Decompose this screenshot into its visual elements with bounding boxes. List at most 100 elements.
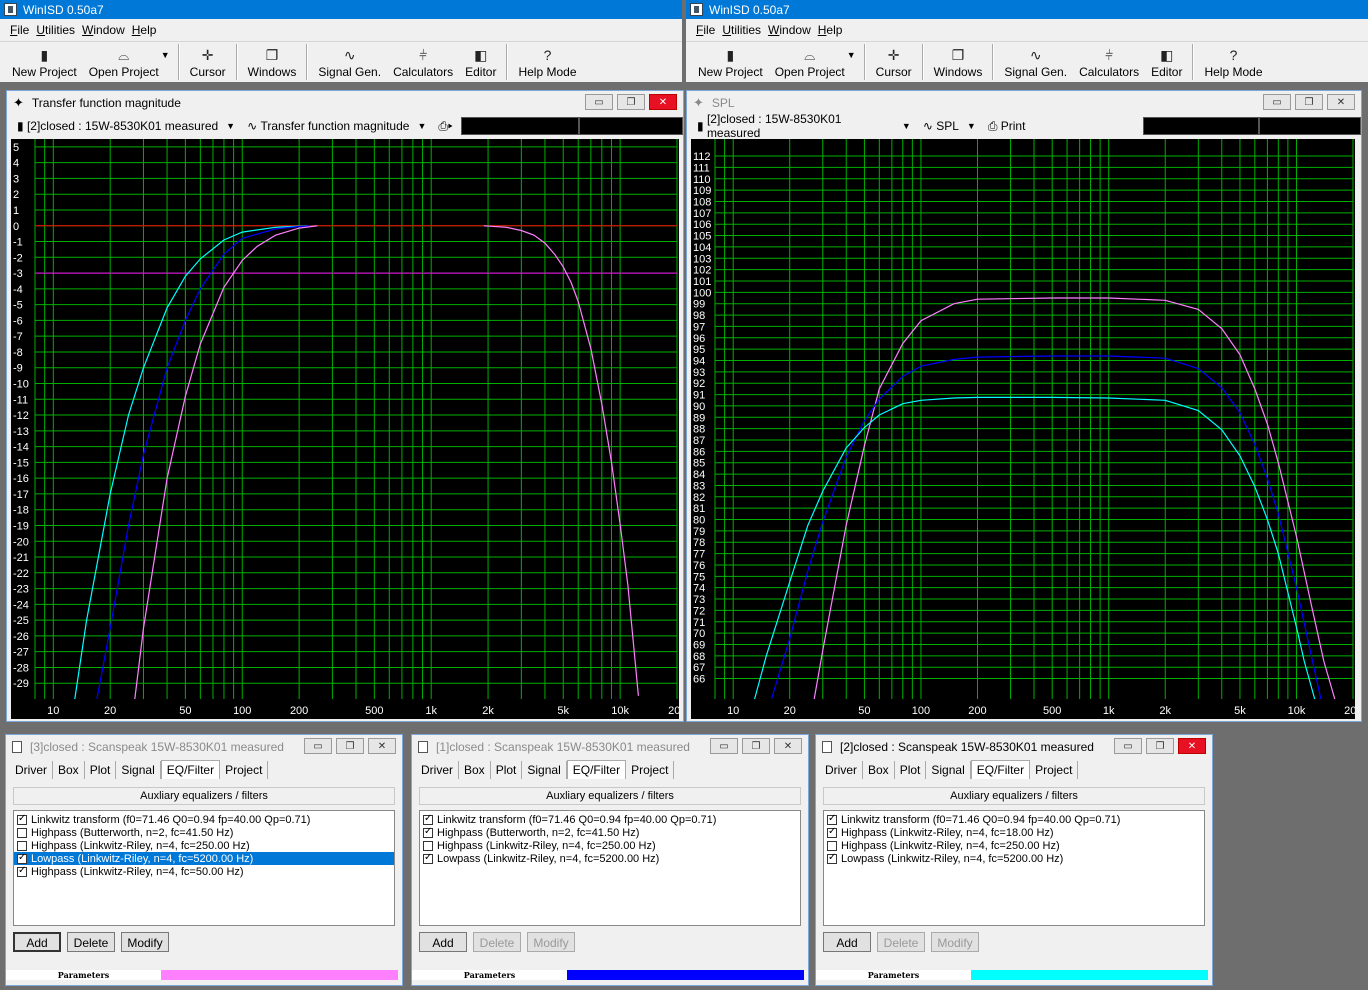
delete-button[interactable]: Delete — [877, 932, 925, 952]
checkbox[interactable] — [827, 813, 837, 825]
tab-eq-filter[interactable]: EQ/Filter — [566, 760, 627, 779]
new-project-button[interactable]: ▮ New Project — [6, 45, 83, 82]
list-item[interactable]: Highpass (Linkwitz-Riley, n=4, fc=250.00… — [824, 839, 1204, 852]
cursor-button[interactable]: ✛ Cursor — [870, 45, 918, 82]
checkbox[interactable] — [423, 813, 433, 825]
list-item[interactable]: Highpass (Butterworth, n=2, fc=41.50 Hz) — [14, 826, 394, 839]
menu-utilities[interactable]: Utilities — [722, 23, 761, 37]
tab-signal[interactable]: Signal — [926, 761, 971, 779]
list-item[interactable]: Linkwitz transform (f0=71.46 Q0=0.94 fp=… — [824, 813, 1204, 826]
checkbox[interactable] — [423, 840, 433, 851]
signal-gen-button[interactable]: ∿ Signal Gen. — [312, 45, 387, 82]
modify-button[interactable]: Modify — [527, 932, 575, 952]
checkbox[interactable] — [17, 813, 27, 825]
list-item[interactable]: Lowpass (Linkwitz-Riley, n=4, fc=5200.00… — [824, 852, 1204, 865]
tab-signal[interactable]: Signal — [522, 761, 567, 779]
minimize-button[interactable]: ▭ — [1263, 94, 1291, 110]
checkbox[interactable] — [17, 840, 27, 851]
modify-button[interactable]: Modify — [121, 932, 169, 952]
cursor-button[interactable]: ✛ Cursor — [184, 45, 232, 82]
maximize-button[interactable]: ❐ — [742, 738, 770, 754]
add-button[interactable]: Add — [823, 932, 871, 952]
eq-filter-list[interactable]: Linkwitz transform (f0=71.46 Q0=0.94 fp=… — [13, 810, 395, 926]
checkbox[interactable] — [17, 852, 27, 864]
eq-window-title-bar[interactable]: [3]closed : Scanspeak 15W-8530K01 measur… — [6, 735, 402, 759]
menu-help[interactable]: Help — [818, 23, 843, 37]
plot-window-title-bar[interactable]: ✦ Transfer function magnitude ▭ ❐ ✕ — [7, 91, 683, 115]
print-button[interactable]: ⎙▸ — [434, 116, 456, 136]
minimize-button[interactable]: ▭ — [585, 94, 613, 110]
tab-box[interactable]: Box — [863, 761, 895, 779]
new-project-button[interactable]: ▮ New Project — [692, 45, 769, 82]
tab-signal[interactable]: Signal — [116, 761, 161, 779]
print-button[interactable]: ⎙ Print — [984, 116, 1030, 136]
eq-window-title-bar[interactable]: [1]closed : Scanspeak 15W-8530K01 measur… — [412, 735, 808, 759]
minimize-button[interactable]: ▭ — [1114, 738, 1142, 754]
menu-file[interactable]: File — [10, 23, 29, 37]
calculators-button[interactable]: ⫩ Calculators — [387, 45, 459, 82]
menu-help[interactable]: Help — [132, 23, 157, 37]
spl-chart[interactable]: 1121111101091081071061051041031021011009… — [691, 139, 1355, 719]
tab-project[interactable]: Project — [626, 761, 675, 779]
list-item[interactable]: Highpass (Linkwitz-Riley, n=4, fc=250.00… — [420, 839, 800, 852]
editor-button[interactable]: ◧ Editor — [459, 45, 502, 82]
add-button[interactable]: Add — [419, 932, 467, 952]
tab-plot[interactable]: Plot — [85, 761, 117, 779]
maximize-button[interactable]: ❐ — [336, 738, 364, 754]
checkbox[interactable] — [17, 827, 27, 838]
eq-filter-list[interactable]: Linkwitz transform (f0=71.46 Q0=0.94 fp=… — [823, 810, 1205, 926]
open-project-button[interactable]: ⌓ Open Project — [83, 45, 165, 82]
eq-filter-list[interactable]: Linkwitz transform (f0=71.46 Q0=0.94 fp=… — [419, 810, 801, 926]
tab-box[interactable]: Box — [459, 761, 491, 779]
windows-button[interactable]: ❐ Windows — [242, 45, 303, 82]
tab-driver[interactable]: Driver — [416, 761, 459, 779]
modify-button[interactable]: Modify — [931, 932, 979, 952]
checkbox[interactable] — [827, 852, 837, 864]
plot-type-select[interactable]: ∿ SPL ▼ — [919, 116, 980, 136]
list-item[interactable]: Highpass (Linkwitz-Riley, n=4, fc=50.00 … — [14, 865, 394, 878]
eq-window-title-bar[interactable]: [2]closed : Scanspeak 15W-8530K01 measur… — [816, 735, 1212, 759]
list-item[interactable]: Linkwitz transform (f0=71.46 Q0=0.94 fp=… — [420, 813, 800, 826]
open-project-dropdown-icon[interactable]: ▼ — [847, 50, 856, 60]
windows-button[interactable]: ❐ Windows — [928, 45, 989, 82]
checkbox[interactable] — [827, 840, 837, 851]
plot-type-select[interactable]: ∿ Transfer function magnitude ▼ — [243, 116, 430, 136]
help-mode-button[interactable]: ? Help Mode — [512, 45, 582, 82]
list-item[interactable]: Lowpass (Linkwitz-Riley, n=4, fc=5200.00… — [420, 852, 800, 865]
minimize-button[interactable]: ▭ — [710, 738, 738, 754]
close-button[interactable]: ✕ — [1327, 94, 1355, 110]
maximize-button[interactable]: ❐ — [617, 94, 645, 110]
app-title-bar[interactable]: WinISD 0.50a7 — [0, 0, 682, 19]
open-project-dropdown-icon[interactable]: ▼ — [161, 50, 170, 60]
open-project-button[interactable]: ⌓ Open Project — [769, 45, 851, 82]
list-item[interactable]: Lowpass (Linkwitz-Riley, n=4, fc=5200.00… — [14, 852, 394, 865]
checkbox[interactable] — [17, 865, 27, 877]
add-button[interactable]: Add — [13, 932, 61, 952]
menu-window[interactable]: Window — [82, 23, 125, 37]
list-item[interactable]: Highpass (Linkwitz-Riley, n=4, fc=18.00 … — [824, 826, 1204, 839]
checkbox[interactable] — [423, 852, 433, 864]
signal-gen-button[interactable]: ∿ Signal Gen. — [998, 45, 1073, 82]
checkbox[interactable] — [827, 826, 837, 838]
calculators-button[interactable]: ⫩ Calculators — [1073, 45, 1145, 82]
maximize-button[interactable]: ❐ — [1295, 94, 1323, 110]
list-item[interactable]: Highpass (Butterworth, n=2, fc=41.50 Hz) — [420, 826, 800, 839]
help-mode-button[interactable]: ? Help Mode — [1198, 45, 1268, 82]
editor-button[interactable]: ◧ Editor — [1145, 45, 1188, 82]
transfer-function-chart[interactable]: 543210-1-2-3-4-5-6-7-8-9-10-11-12-13-14-… — [11, 139, 679, 719]
list-item[interactable]: Linkwitz transform (f0=71.46 Q0=0.94 fp=… — [14, 813, 394, 826]
tab-project[interactable]: Project — [1030, 761, 1079, 779]
close-button[interactable]: ✕ — [368, 738, 396, 754]
delete-button[interactable]: Delete — [67, 932, 115, 952]
checkbox[interactable] — [423, 826, 433, 838]
project-select[interactable]: ▮ [2]closed : 15W-8530K01 measured ▼ — [693, 112, 915, 140]
tab-driver[interactable]: Driver — [10, 761, 53, 779]
list-item[interactable]: Highpass (Linkwitz-Riley, n=4, fc=250.00… — [14, 839, 394, 852]
tab-plot[interactable]: Plot — [491, 761, 523, 779]
tab-eq-filter[interactable]: EQ/Filter — [160, 760, 221, 779]
menu-file[interactable]: File — [696, 23, 715, 37]
tab-eq-filter[interactable]: EQ/Filter — [970, 760, 1031, 779]
menu-window[interactable]: Window — [768, 23, 811, 37]
close-button[interactable]: ✕ — [774, 738, 802, 754]
tab-plot[interactable]: Plot — [895, 761, 927, 779]
